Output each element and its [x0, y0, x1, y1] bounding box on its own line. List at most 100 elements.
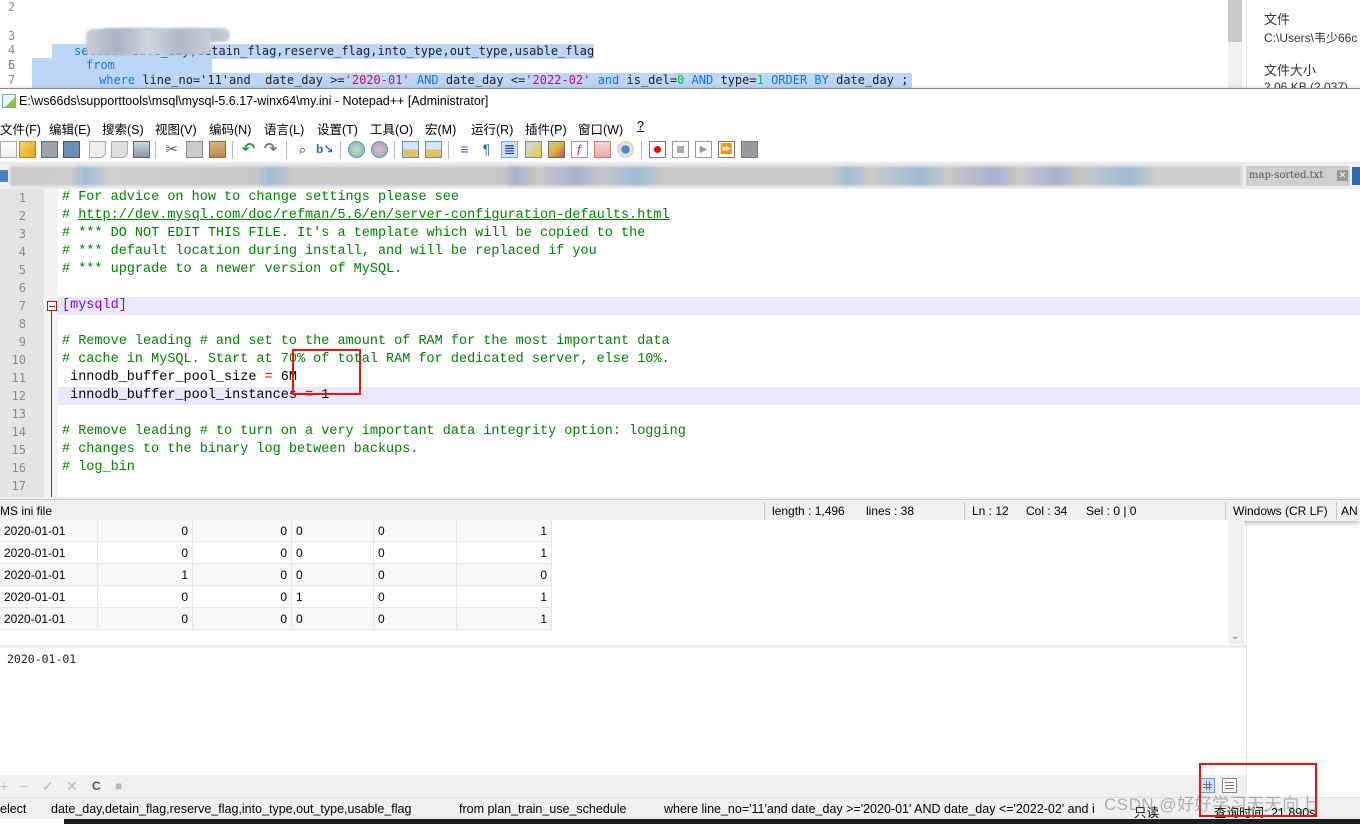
menu-edit[interactable]: 编辑(E) — [49, 119, 91, 138]
table-cell[interactable]: 1 — [457, 520, 552, 542]
editor-line[interactable]: 11 innodb_buffer_pool_size = 6M — [0, 369, 1360, 387]
tab-close-icon[interactable]: ✕ — [1337, 170, 1348, 181]
editor-line[interactable]: 15 # changes to the binary log between ba… — [0, 441, 1360, 459]
sql-editor-scrollbar[interactable] — [1228, 0, 1242, 88]
find-icon[interactable]: ⌕ — [294, 141, 311, 158]
text-editor[interactable]: 1 # For advice on how to change settings … — [0, 189, 1360, 497]
table-cell[interactable]: 0 — [292, 520, 374, 542]
print-icon[interactable] — [133, 141, 150, 158]
table-cell[interactable]: 0 — [374, 542, 457, 564]
editor-line[interactable]: 1 # For advice on how to change settings … — [0, 189, 1360, 207]
close-file-icon[interactable] — [89, 141, 106, 158]
delete-record-button[interactable]: − — [20, 778, 28, 794]
table-cell[interactable]: 1 — [457, 586, 552, 608]
table-cell[interactable]: 0 — [374, 564, 457, 586]
result-grid-scrollbar[interactable]: ⌄ — [1228, 520, 1244, 644]
table-cell[interactable]: 0 — [374, 608, 457, 630]
table-cell[interactable]: 2020-01-01 — [0, 520, 98, 542]
record-macro-icon[interactable] — [649, 141, 666, 158]
table-cell[interactable]: 0 — [193, 520, 292, 542]
table-cell[interactable]: 1 — [98, 564, 193, 586]
tab-scroll-icon[interactable] — [1352, 167, 1360, 185]
menu-encoding[interactable]: 编码(N) — [209, 119, 251, 138]
function-list-icon[interactable]: ƒ — [571, 141, 588, 158]
menu-plugins[interactable]: 插件(P) — [525, 119, 567, 138]
table-cell[interactable]: 1 — [292, 586, 374, 608]
editor-line[interactable]: 6 — [0, 279, 1360, 297]
table-cell[interactable]: 0 — [374, 520, 457, 542]
menu-search[interactable]: 搜索(S) — [102, 119, 144, 138]
playback-macro-icon[interactable]: ▶ — [695, 141, 712, 158]
menu-file[interactable]: 文件(F) — [0, 119, 41, 138]
replace-icon[interactable]: b↘ — [316, 141, 333, 158]
result-grid[interactable]: 2020-01-01 0 0 0 0 1 2020-01-01 0 0 0 0 1 2020-01-01… — [0, 520, 1230, 640]
discard-changes-button[interactable]: ✕ — [66, 778, 78, 794]
editor-line[interactable]: 10 # cache in MySQL. Start at 70% of tota… — [0, 351, 1360, 369]
add-record-button[interactable]: + — [0, 778, 8, 794]
tab-map-sorted[interactable]: map-sorted.txt — [1246, 166, 1350, 186]
paste-icon[interactable] — [209, 141, 226, 158]
table-cell[interactable]: 2020-01-01 — [0, 564, 98, 586]
table-row[interactable]: 2020-01-01 1 0 0 0 0 — [0, 564, 552, 586]
zoom-out-icon[interactable] — [371, 141, 388, 158]
table-row[interactable]: 2020-01-01 0 0 0 0 1 — [0, 608, 552, 630]
open-file-icon[interactable] — [19, 141, 36, 158]
sync-horizontal-scroll-icon[interactable] — [425, 141, 442, 158]
table-cell[interactable]: 0 — [292, 608, 374, 630]
status-eol[interactable]: Windows (CR LF) — [1233, 504, 1328, 518]
indent-guide-icon[interactable]: ≣ — [501, 141, 518, 158]
table-cell[interactable]: 1 — [457, 608, 552, 630]
table-cell[interactable]: 0 — [98, 520, 193, 542]
table-cell[interactable]: 0 — [374, 586, 457, 608]
document-monitoring-icon[interactable] — [617, 141, 634, 158]
table-cell[interactable]: 2020-01-01 — [0, 608, 98, 630]
sql-query-editor[interactable]: 2 3 select date_day,detain_flag,reserve_… — [0, 0, 1230, 88]
cut-icon[interactable]: ✂ — [163, 141, 180, 158]
editor-line[interactable]: 2 # http://dev.mysql.com/doc/refman/5.6/e… — [0, 207, 1360, 225]
table-cell[interactable]: 0 — [457, 564, 552, 586]
status-encoding[interactable]: AN — [1341, 504, 1358, 518]
table-row[interactable]: 2020-01-01 0 0 0 0 1 — [0, 542, 552, 564]
editor-line[interactable]: 7 [mysqld] — [0, 297, 1360, 315]
table-cell[interactable]: 0 — [193, 542, 292, 564]
save-all-icon[interactable] — [63, 141, 80, 158]
sync-vertical-scroll-icon[interactable] — [402, 141, 419, 158]
table-cell[interactable]: 0 — [193, 608, 292, 630]
table-cell[interactable]: 1 — [457, 542, 552, 564]
menu-tools[interactable]: 工具(O) — [370, 119, 413, 138]
word-wrap-icon[interactable]: ≡ — [456, 141, 473, 158]
menu-settings[interactable]: 设置(T) — [317, 119, 358, 138]
user-defined-language-icon[interactable] — [525, 141, 542, 158]
copy-icon[interactable] — [186, 141, 203, 158]
menu-run[interactable]: 运行(R) — [471, 119, 513, 138]
table-cell[interactable]: 2020-01-01 — [0, 586, 98, 608]
table-cell[interactable]: 0 — [193, 586, 292, 608]
editor-line[interactable]: 8 — [0, 315, 1360, 333]
chevron-down-icon[interactable]: ⌄ — [1231, 631, 1239, 642]
redo-icon[interactable]: ↷ — [262, 141, 279, 158]
document-map-icon[interactable] — [548, 141, 565, 158]
editor-line[interactable]: 16 # log_bin — [0, 459, 1360, 477]
undo-icon[interactable]: ↶ — [240, 141, 257, 158]
title-bar[interactable]: E:\ws66ds\supporttools\msql\mysql-5.6.17… — [0, 89, 1360, 115]
menu-macro[interactable]: 宏(M) — [425, 119, 456, 138]
table-cell[interactable]: 0 — [98, 542, 193, 564]
menu-window[interactable]: 窗口(W) — [578, 119, 623, 138]
close-all-icon[interactable] — [111, 141, 128, 158]
menu-help[interactable]: ? — [637, 119, 644, 133]
table-row[interactable]: 2020-01-01 0 0 0 0 1 — [0, 520, 552, 542]
table-cell[interactable]: 0 — [98, 586, 193, 608]
stop-recording-icon[interactable] — [672, 141, 689, 158]
table-cell[interactable]: 0 — [98, 608, 193, 630]
folder-as-workspace-icon[interactable] — [594, 141, 611, 158]
menu-view[interactable]: 视图(V) — [155, 119, 197, 138]
editor-line[interactable]: 3 # *** DO NOT EDIT THIS FILE. It's a tem… — [0, 225, 1360, 243]
menu-language[interactable]: 语言(L) — [264, 119, 304, 138]
refresh-button[interactable]: C — [92, 778, 101, 794]
table-cell[interactable]: 0 — [292, 564, 374, 586]
editor-line[interactable]: 14 # Remove leading # to turn on a very i… — [0, 423, 1360, 441]
zoom-in-icon[interactable] — [348, 141, 365, 158]
scrollbar-thumb[interactable] — [1228, 0, 1242, 42]
stop-button[interactable]: ■ — [115, 778, 122, 794]
table-cell[interactable]: 0 — [292, 542, 374, 564]
